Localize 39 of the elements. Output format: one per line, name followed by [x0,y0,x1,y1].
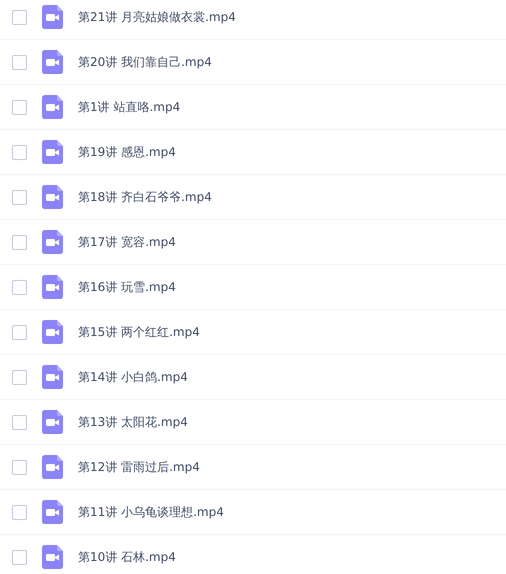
checkbox[interactable] [12,280,27,294]
video-file-icon [42,410,63,434]
video-file-icon [42,5,63,29]
checkbox[interactable] [12,190,27,204]
checkbox[interactable] [12,460,27,474]
checkbox[interactable] [12,414,27,430]
checkbox[interactable] [12,144,27,160]
file-name[interactable]: 第1讲 站直咯.mp4 [78,98,180,116]
checkbox[interactable] [12,504,27,520]
video-file-icon [42,185,63,209]
checkbox[interactable] [12,324,27,340]
file-name[interactable]: 第17讲 宽容.mp4 [78,233,176,251]
file-name[interactable]: 第20讲 我们靠自己.mp4 [78,53,212,71]
video-file-icon [42,230,63,254]
file-name[interactable]: 第21讲 月亮姑娘做衣裳.mp4 [78,8,236,26]
file-name[interactable]: 第18讲 齐白石爷爷.mp4 [78,188,212,206]
video-file-icon [42,455,63,479]
video-file-icon [42,320,63,344]
video-file-icon [42,365,63,389]
video-file-icon [42,275,63,299]
video-file-icon [42,140,63,164]
checkbox[interactable] [12,100,27,114]
checkbox[interactable] [12,370,27,384]
checkbox[interactable] [12,550,27,564]
file-name[interactable]: 第10讲 石林.mp4 [78,548,176,566]
checkbox[interactable] [12,234,27,250]
checkbox[interactable] [12,54,27,70]
file-name[interactable]: 第19讲 感恩.mp4 [78,143,176,161]
file-name[interactable]: 第13讲 太阳花.mp4 [78,413,188,431]
video-file-icon [42,95,63,119]
video-file-icon [42,50,63,74]
file-name[interactable]: 第16讲 玩雪.mp4 [78,278,176,296]
file-name[interactable]: 第12讲 雷雨过后.mp4 [78,458,200,476]
video-file-icon [42,500,63,524]
checkbox[interactable] [12,10,27,24]
file-name[interactable]: 第11讲 小乌龟谈理想.mp4 [78,503,224,521]
file-name[interactable]: 第14讲 小白鸽.mp4 [78,368,188,386]
file-name[interactable]: 第15讲 两个红红.mp4 [78,323,200,341]
video-file-icon [42,545,63,569]
